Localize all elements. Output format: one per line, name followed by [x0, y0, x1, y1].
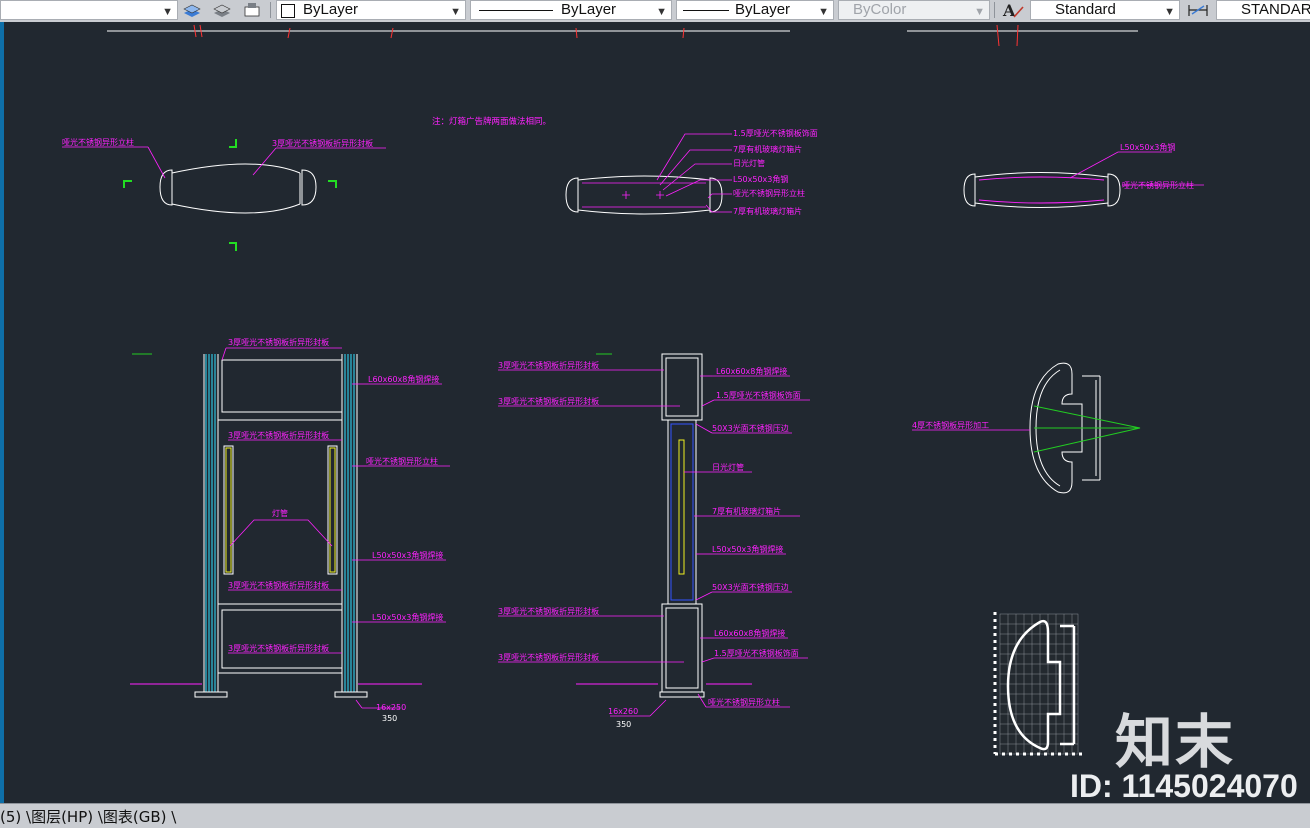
section-mid-label-r7: 50X3光面不锈钢压边: [712, 582, 789, 592]
layout-tabs-bar: [0, 803, 1310, 828]
section-mid-label-r4: 日光灯管: [712, 462, 744, 472]
top-partial-ticks: [193, 24, 1019, 47]
section-mid-label-r3: 50X3光面不锈钢压边: [712, 423, 789, 433]
elev-left-label-8: L50x50x3角钢焊接: [372, 612, 443, 622]
plan-left-label-a: 哑光不锈钢异形立柱: [62, 137, 134, 147]
plan-mid-label-1: 1.5厚哑光不锈钢板饰面: [733, 128, 818, 138]
plan-mid-label-3: 日光灯管: [733, 158, 765, 168]
section-mid-label-r2: 1.5厚哑光不锈钢板饰面: [716, 390, 801, 400]
layout-tabs[interactable]: (5) \图层(HP) \图表(GB) \: [0, 806, 176, 827]
section-mid-label-r6: L50x50x3角钢焊接: [712, 544, 783, 554]
plan-right: [963, 172, 1121, 208]
section-mid-tube: [678, 439, 685, 575]
elev-left-label-2: L60x60x8角钢焊接: [368, 374, 439, 384]
elev-left-label-6: L50x50x3角钢焊接: [372, 550, 443, 560]
section-mid-label-r5: 7厚有机玻璃灯箱片: [712, 506, 781, 516]
plan-mid-leaders: [656, 133, 732, 213]
section-mid-leaders: [498, 369, 810, 717]
section-mid-label-r8: L60x60x8角钢焊接: [714, 628, 785, 638]
elev-left-label-3: 3厚哑光不锈钢板折异形封板: [228, 430, 329, 440]
elev-left-dim-a: 16x250: [376, 703, 406, 712]
detail-right-label-1: 4厚不锈钢板异形加工: [912, 420, 989, 430]
section-mid-label-l2: 3厚哑光不锈钢板折异形封板: [498, 396, 599, 406]
section-mid-label-r9: 1.5厚哑光不锈钢板饰面: [714, 648, 799, 658]
elev-left-posts: [205, 354, 355, 692]
plan-right-inner: [978, 176, 1105, 204]
elev-left-leaders: [221, 347, 450, 709]
watermark-logo: 知末: [1115, 708, 1236, 776]
section-mid-dim-b: 350: [616, 720, 631, 729]
plan-right-label-2: 哑光不锈钢异形立柱: [1122, 180, 1194, 190]
section-mid-label-r1: L60x60x8角钢焊接: [716, 366, 787, 376]
elev-left-label-9: 3厚哑光不锈钢板折异形封板: [228, 643, 329, 653]
elev-left-label-5: 灯管: [272, 508, 288, 518]
detail-grid: [999, 613, 1079, 755]
watermark-id: ID: 1145024070: [1070, 768, 1298, 804]
elev-left-label-1: 3厚哑光不锈钢板折异形封板: [228, 337, 329, 347]
drawing-note: 注：灯箱广告牌两面做法相同。: [432, 116, 551, 127]
elev-left-label-7: 3厚哑光不锈钢板折异形封板: [228, 580, 329, 590]
section-mid-label-l1: 3厚哑光不锈钢板折异形封板: [498, 360, 599, 370]
detail-profile-green: [1033, 405, 1141, 453]
plan-mid-label-6: 7厚有机玻璃灯箱片: [733, 206, 802, 216]
plan-mid-inner: [582, 182, 706, 208]
plan-mid-label-5: 哑光不锈钢异形立柱: [733, 188, 805, 198]
elev-left-label-4: 哑光不锈钢异形立柱: [366, 456, 438, 466]
plan-left-leaders: [62, 146, 386, 179]
plan-left-label-b: 3厚哑光不锈钢板折异形封板: [272, 138, 373, 148]
elev-left-dim-b: 350: [382, 714, 397, 723]
section-mid-label-r10: 哑光不锈钢异形立柱: [708, 697, 780, 707]
elev-left-ground: [130, 353, 422, 685]
plan-right-label-1: L50x50x3角钢: [1120, 142, 1175, 152]
selection-grips: [123, 139, 337, 251]
plan-mid-label-2: 7厚有机玻璃灯箱片: [733, 144, 802, 154]
plan-left: [159, 163, 317, 214]
plan-mid-label-4: L50x50x3角钢: [733, 174, 788, 184]
section-mid: [659, 353, 705, 698]
section-mid-dim-a: 16x260: [608, 707, 638, 716]
section-mid-label-l4: 3厚哑光不锈钢板折异形封板: [498, 652, 599, 662]
cad-drawing: 注：灯箱广告牌两面做法相同。 哑光不锈钢异形立柱 3厚哑光不锈钢板折异形封板 1…: [62, 24, 1204, 756]
section-mid-label-l3: 3厚哑光不锈钢板折异形封板: [498, 606, 599, 616]
plan-mid: [565, 175, 723, 215]
